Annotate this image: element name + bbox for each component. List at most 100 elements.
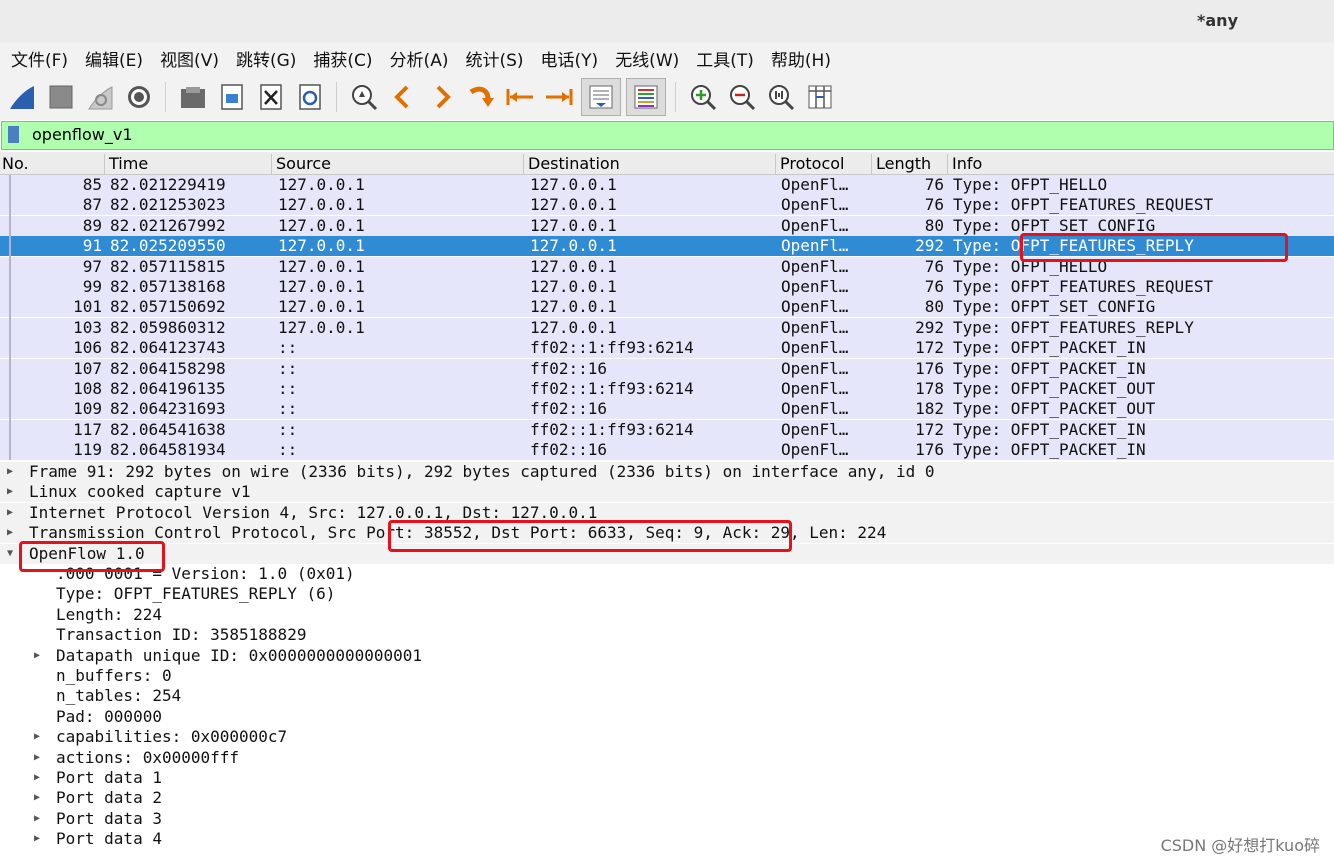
last-packet-icon[interactable] bbox=[542, 80, 576, 114]
detail-tree-item[interactable]: Type: OFPT_FEATURES_REPLY (6) bbox=[0, 584, 1334, 604]
normal-size-icon[interactable] bbox=[764, 80, 798, 114]
packet-row[interactable]: 117 82.064541638:: ff02::1:ff93:6214 OpenFl… bbox=[0, 419, 1334, 440]
find-packet-icon[interactable] bbox=[347, 80, 381, 114]
packet-cell-src: :: bbox=[278, 379, 298, 398]
go-back-icon[interactable] bbox=[386, 80, 420, 114]
packet-row[interactable]: 85 82.021229419 127.0.0.1 127.0.0.1 OpenFl… 7… bbox=[0, 175, 1334, 195]
expand-arrow-right-icon[interactable]: ▶ bbox=[34, 650, 40, 661]
detail-tree-item[interactable]: Length: 224 bbox=[0, 605, 1334, 625]
detail-tree-label: Datapath unique ID: 0x0000000000000001 bbox=[56, 645, 423, 665]
packet-cell-time: 82.064123743 bbox=[110, 338, 226, 358]
menu-capture[interactable]: 捕获(C) bbox=[313, 46, 372, 71]
detail-tree-item[interactable]: ▶ Linux cooked capture v1 bbox=[0, 482, 1334, 503]
packet-list[interactable]: No. Time Source Destination Protocol Len… bbox=[0, 152, 1334, 460]
resize-columns-icon[interactable] bbox=[803, 80, 837, 114]
save-file-icon[interactable] bbox=[215, 80, 249, 114]
menu-help[interactable]: 帮助(H) bbox=[771, 46, 831, 71]
packet-row[interactable]: 106 82.064123743:: ff02::1:ff93:6214 OpenFl… bbox=[0, 338, 1334, 359]
menu-statistics[interactable]: 统计(S) bbox=[465, 46, 523, 71]
go-forward-icon[interactable] bbox=[425, 80, 459, 114]
bookmark-icon[interactable] bbox=[8, 126, 19, 143]
column-header-source[interactable]: Source bbox=[271, 154, 331, 174]
menu-analyze[interactable]: 分析(A) bbox=[390, 46, 449, 71]
column-header-protocol[interactable]: Protocol bbox=[775, 154, 844, 174]
packet-cell-time: 82.021253023 bbox=[110, 195, 226, 215]
column-header-info[interactable]: Info bbox=[947, 154, 982, 174]
detail-tree-item[interactable]: ▶ Datapath unique ID: 0x0000000000000001 bbox=[0, 646, 1334, 666]
stop-square-icon[interactable] bbox=[44, 80, 78, 114]
detail-tree-item[interactable]: n_buffers: 0 bbox=[0, 666, 1334, 686]
display-filter-input[interactable]: openflow_v1 bbox=[32, 125, 133, 144]
go-to-packet-icon[interactable] bbox=[464, 80, 498, 114]
detail-tree-item[interactable]: .000 0001 = Version: 1.0 (0x01) bbox=[0, 564, 1334, 584]
packet-cell-src: 127.0.0.1 bbox=[278, 175, 365, 194]
packet-cell-no: 87 bbox=[82, 195, 102, 215]
window-title: *any bbox=[1197, 11, 1238, 30]
packet-row[interactable]: 103 82.059860312 127.0.0.1 127.0.0.1 OpenFl…… bbox=[0, 317, 1334, 338]
options-gear-icon[interactable] bbox=[122, 80, 156, 114]
detail-tree-item[interactable]: ▶ capabilities: 0x000000c7 bbox=[0, 727, 1334, 747]
packet-row[interactable]: 99 82.057138168 127.0.0.1 127.0.0.1 OpenFl… 7… bbox=[0, 277, 1334, 297]
expand-arrow-down-icon[interactable]: ▼ bbox=[7, 548, 13, 559]
detail-tree-label: Port data 1 bbox=[56, 768, 162, 787]
detail-tree-item[interactable]: ▶ Port data 1 bbox=[0, 768, 1334, 788]
toolbar-separator bbox=[675, 82, 676, 112]
detail-tree-item[interactable]: ▶ Port data 2 bbox=[0, 788, 1334, 808]
column-header-time[interactable]: Time bbox=[104, 154, 148, 174]
zoom-out-icon[interactable] bbox=[725, 80, 759, 114]
detail-tree-item[interactable]: n_tables: 254 bbox=[0, 686, 1334, 706]
packet-row[interactable]: 107 82.064158298:: ff02::16 OpenFl… 176 Type:… bbox=[0, 358, 1334, 379]
detail-tree-item[interactable]: Pad: 000000 bbox=[0, 707, 1334, 727]
menu-edit[interactable]: 编辑(E) bbox=[85, 46, 143, 71]
expand-arrow-right-icon[interactable]: ▶ bbox=[7, 507, 13, 518]
menu-file[interactable]: 文件(F) bbox=[11, 46, 68, 71]
colorize-icon[interactable] bbox=[626, 78, 666, 116]
detail-tree-item[interactable]: ▶ Frame 91: 292 bytes on wire (2336 bits)… bbox=[0, 462, 1334, 482]
detail-tree-item[interactable]: ▶ Port data 4 bbox=[0, 829, 1334, 849]
packet-cell-len: 76 bbox=[924, 256, 944, 276]
packet-row[interactable]: 87 82.021253023 127.0.0.1 127.0.0.1 OpenFl… 7… bbox=[0, 195, 1334, 216]
packet-cell-dst: ff02::1:ff93:6214 bbox=[530, 338, 694, 358]
detail-tree-item[interactable]: ▶ Port data 3 bbox=[0, 809, 1334, 829]
packet-cell-len: 178 bbox=[915, 379, 944, 398]
expand-arrow-right-icon[interactable]: ▶ bbox=[34, 792, 40, 803]
detail-tree-label: Port data 2 bbox=[56, 788, 162, 808]
packet-row[interactable]: 101 82.057150692 127.0.0.1 127.0.0.1 OpenFl…… bbox=[0, 297, 1334, 318]
menu-wireless[interactable]: 无线(W) bbox=[615, 46, 679, 71]
shark-fin-start-icon[interactable] bbox=[5, 80, 39, 114]
reload-file-icon[interactable] bbox=[293, 80, 327, 114]
column-header-no[interactable]: No. bbox=[0, 154, 29, 174]
expand-arrow-right-icon[interactable]: ▶ bbox=[34, 772, 40, 783]
detail-tree-item[interactable]: ▶ actions: 0x00000fff bbox=[0, 748, 1334, 768]
open-folder-icon[interactable] bbox=[176, 80, 210, 114]
detail-tree-label: Port data 3 bbox=[56, 808, 162, 828]
restart-fin-icon[interactable] bbox=[83, 80, 117, 114]
packet-cell-no: 108 bbox=[73, 379, 102, 398]
packet-cell-src: :: bbox=[278, 358, 298, 378]
menu-telephony[interactable]: 电话(Y) bbox=[541, 46, 599, 71]
packet-cell-dst: 127.0.0.1 bbox=[530, 175, 617, 194]
packet-cell-src: :: bbox=[278, 338, 298, 358]
packet-row[interactable]: 108 82.064196135:: ff02::1:ff93:6214 OpenFl… bbox=[0, 379, 1334, 399]
expand-arrow-right-icon[interactable]: ▶ bbox=[34, 752, 40, 763]
menu-tools[interactable]: 工具(T) bbox=[696, 46, 754, 71]
column-header-destination[interactable]: Destination bbox=[523, 154, 620, 174]
menu-view[interactable]: 视图(V) bbox=[160, 46, 219, 71]
expand-arrow-right-icon[interactable]: ▶ bbox=[34, 813, 40, 824]
packet-cell-dst: ff02::16 bbox=[530, 358, 608, 378]
display-filter-bar[interactable]: openflow_v1 bbox=[1, 121, 1334, 150]
packet-row[interactable]: 119 82.064581934:: ff02::16 OpenFl… 176 Type:… bbox=[0, 440, 1334, 460]
expand-arrow-right-icon[interactable]: ▶ bbox=[34, 731, 40, 742]
expand-arrow-right-icon[interactable]: ▶ bbox=[7, 527, 13, 538]
menu-go[interactable]: 跳转(G) bbox=[236, 46, 296, 71]
expand-arrow-right-icon[interactable]: ▶ bbox=[7, 466, 13, 477]
first-packet-icon[interactable] bbox=[503, 80, 537, 114]
column-header-length[interactable]: Length bbox=[871, 154, 931, 174]
expand-arrow-right-icon[interactable]: ▶ bbox=[7, 486, 13, 497]
detail-tree-item[interactable]: Transaction ID: 3585188829 bbox=[0, 625, 1334, 645]
zoom-in-icon[interactable] bbox=[686, 80, 720, 114]
autoscroll-icon[interactable] bbox=[581, 78, 621, 116]
expand-arrow-right-icon[interactable]: ▶ bbox=[34, 833, 40, 844]
packet-row[interactable]: 109 82.064231693:: ff02::16 OpenFl… 182 Type:… bbox=[0, 399, 1334, 420]
close-file-icon[interactable] bbox=[254, 80, 288, 114]
